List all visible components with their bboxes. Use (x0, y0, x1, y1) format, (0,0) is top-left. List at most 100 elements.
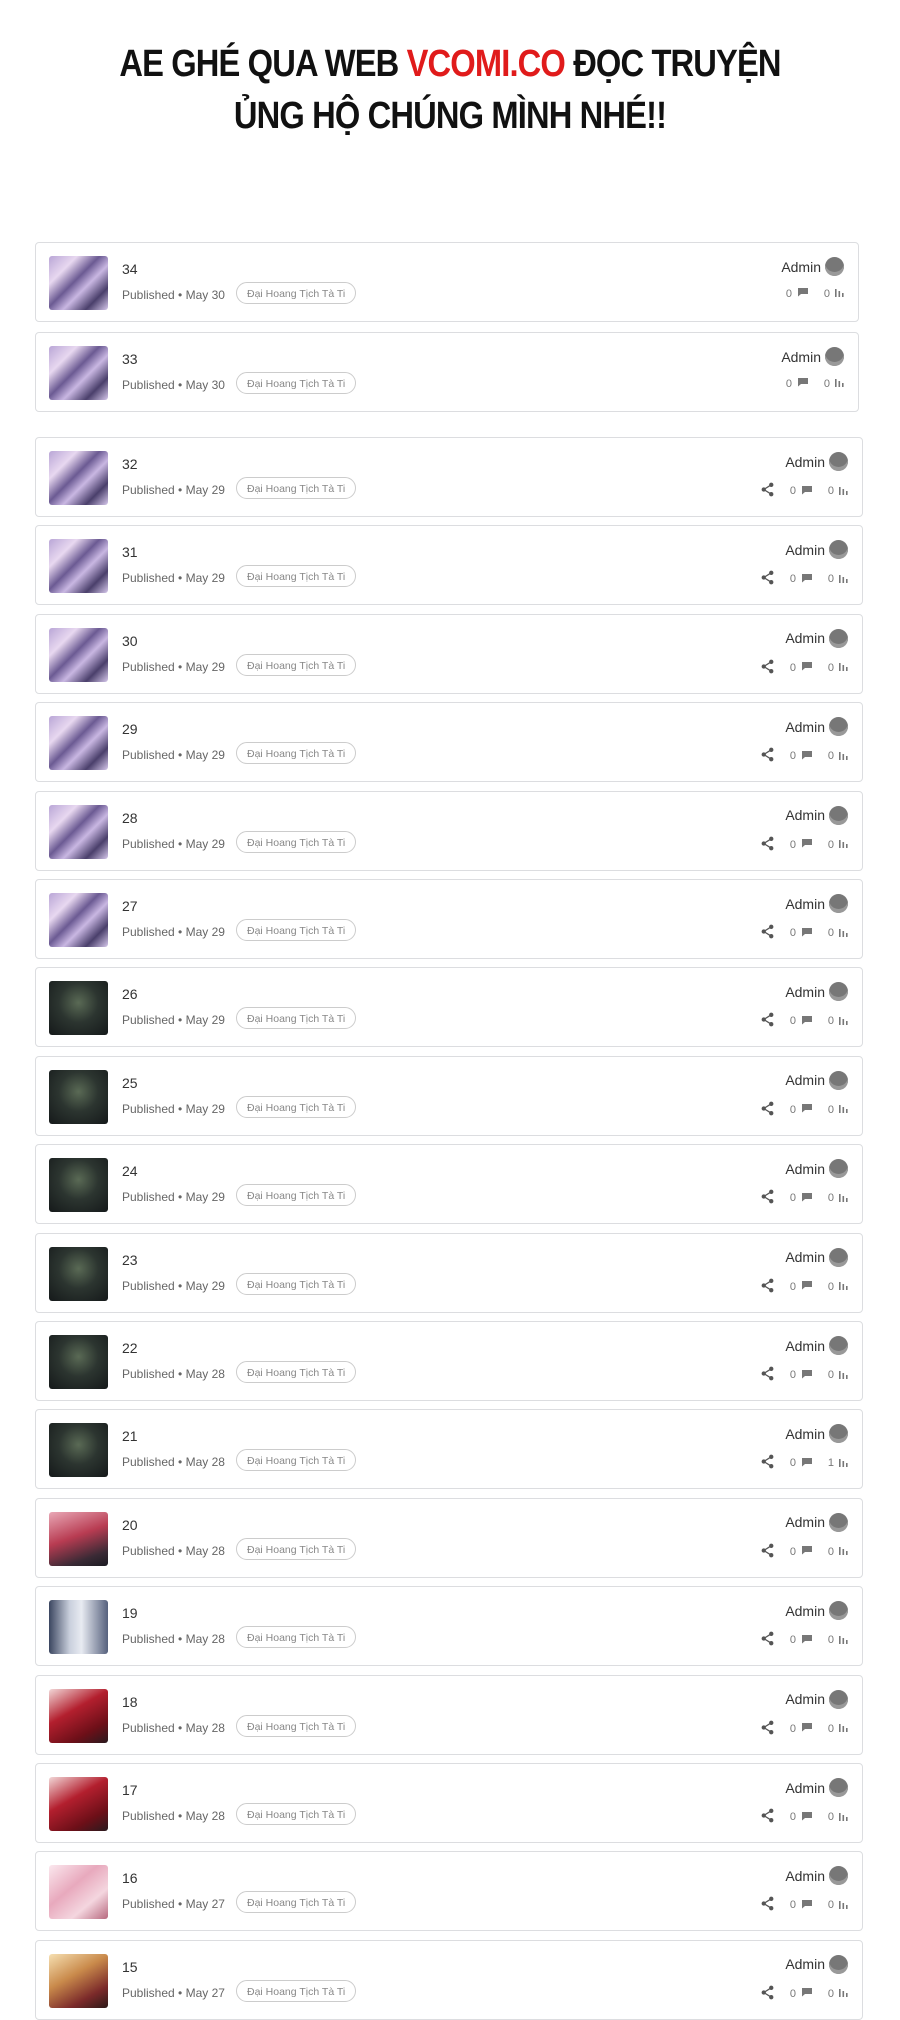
comment-icon[interactable] (801, 1192, 813, 1205)
author-name[interactable]: Admin (785, 630, 825, 646)
author[interactable]: Admin (785, 717, 848, 737)
chapter-title[interactable]: 21 (122, 1428, 138, 1444)
chapter-thumbnail[interactable] (49, 1335, 108, 1389)
comment-icon[interactable] (801, 1987, 813, 2000)
chapter-title[interactable]: 26 (122, 986, 138, 1002)
chapter-row[interactable]: 21 Published • May 28 Đại Hoang Tịch Tà Ti… (35, 1409, 863, 1490)
share-icon[interactable] (760, 659, 783, 677)
chapter-thumbnail[interactable] (49, 1600, 108, 1655)
comment-icon[interactable] (801, 573, 813, 586)
chapter-row[interactable]: 29 Published • May 29 Đại Hoang Tịch Tà Ti… (35, 702, 863, 783)
comment-icon[interactable] (801, 838, 813, 851)
author[interactable]: Admin (785, 452, 848, 471)
author-name[interactable]: Admin (785, 1514, 825, 1530)
comment-icon[interactable] (801, 1634, 813, 1647)
series-tag[interactable]: Đại Hoang Tịch Tà Ti (236, 1626, 356, 1649)
share-icon[interactable] (760, 1366, 783, 1384)
comment-icon[interactable] (801, 1369, 813, 1382)
series-tag[interactable]: Đại Hoang Tịch Tà Ti (236, 653, 356, 676)
chapter-thumbnail[interactable] (49, 716, 108, 771)
author-name[interactable]: Admin (781, 349, 821, 365)
avatar[interactable] (829, 1070, 848, 1090)
series-tag[interactable]: Đại Hoang Tịch Tà Ti (236, 1537, 356, 1560)
series-tag[interactable]: Đại Hoang Tịch Tà Ti (236, 477, 356, 499)
author-name[interactable]: Admin (781, 259, 821, 275)
chapter-thumbnail[interactable] (49, 1246, 108, 1301)
chapter-thumbnail[interactable] (49, 256, 108, 310)
avatar[interactable] (829, 894, 848, 913)
chapter-row[interactable]: 32 Published • May 29 Đại Hoang Tịch Tà Ti… (35, 437, 863, 517)
comment-icon[interactable] (801, 927, 813, 940)
comment-icon[interactable] (801, 485, 813, 498)
chapter-title[interactable]: 32 (122, 456, 138, 472)
author-name[interactable]: Admin (785, 1868, 825, 1884)
chapter-row[interactable]: 18 Published • May 28 Đại Hoang Tịch Tà Ti… (35, 1674, 863, 1755)
chapter-thumbnail[interactable] (49, 1511, 108, 1566)
chapter-row[interactable]: 25 Published • May 29 Đại Hoang Tịch Tà Ti… (35, 1055, 863, 1136)
share-icon[interactable] (760, 1101, 783, 1119)
share-icon[interactable] (760, 924, 783, 942)
avatar[interactable] (829, 1424, 848, 1444)
chapter-thumbnail[interactable] (49, 627, 108, 682)
author-name[interactable]: Admin (785, 1249, 825, 1265)
series-tag[interactable]: Đại Hoang Tịch Tà Ti (236, 830, 356, 853)
chapter-thumbnail[interactable] (49, 1423, 108, 1478)
chapter-row[interactable]: 24 Published • May 29 Đại Hoang Tịch Tà Ti… (35, 1144, 863, 1225)
avatar[interactable] (829, 717, 848, 737)
share-icon[interactable] (760, 1808, 783, 1826)
avatar[interactable] (829, 1689, 848, 1709)
share-icon[interactable] (760, 1896, 783, 1914)
avatar[interactable] (825, 347, 844, 366)
comment-icon[interactable] (801, 1811, 813, 1824)
comment-icon[interactable] (797, 287, 809, 300)
chapter-title[interactable]: 27 (122, 898, 138, 914)
chapter-thumbnail[interactable] (49, 804, 108, 859)
series-tag[interactable]: Đại Hoang Tịch Tà Ti (236, 742, 356, 765)
chapter-thumbnail[interactable] (49, 1777, 108, 1831)
author[interactable]: Admin (785, 1601, 848, 1621)
author[interactable]: Admin (785, 1866, 848, 1886)
avatar[interactable] (829, 1954, 848, 1974)
comment-icon[interactable] (801, 1722, 813, 1735)
comment-icon[interactable] (801, 1457, 813, 1470)
avatar[interactable] (829, 1866, 848, 1886)
author[interactable]: Admin (785, 982, 848, 1002)
avatar[interactable] (829, 540, 848, 560)
share-icon[interactable] (760, 1720, 783, 1738)
author-name[interactable]: Admin (785, 542, 825, 558)
author[interactable]: Admin (785, 894, 848, 913)
share-icon[interactable] (760, 1012, 783, 1030)
avatar[interactable] (829, 1512, 848, 1532)
avatar[interactable] (829, 1601, 848, 1621)
chapter-title[interactable]: 17 (122, 1782, 138, 1798)
chapter-row[interactable]: 31 Published • May 29 Đại Hoang Tịch Tà Ti… (35, 525, 863, 606)
chapter-thumbnail[interactable] (49, 1158, 108, 1213)
author[interactable]: Admin (785, 540, 848, 560)
chapter-title[interactable]: 22 (122, 1340, 138, 1356)
chapter-title[interactable]: 15 (122, 1959, 138, 1975)
author[interactable]: Admin (785, 1689, 848, 1709)
author-name[interactable]: Admin (785, 454, 825, 470)
chapter-thumbnail[interactable] (49, 346, 108, 400)
chapter-row[interactable]: 17 Published • May 28 Đại Hoang Tịch Tà Ti… (35, 1763, 863, 1843)
author-name[interactable]: Admin (785, 1426, 825, 1442)
share-icon[interactable] (760, 1543, 783, 1561)
author[interactable]: Admin (785, 1159, 848, 1179)
share-icon[interactable] (760, 1189, 783, 1207)
series-tag[interactable]: Đại Hoang Tịch Tà Ti (236, 565, 356, 588)
chapter-thumbnail[interactable] (49, 1688, 108, 1743)
series-tag[interactable]: Đại Hoang Tịch Tà Ti (236, 1714, 356, 1737)
chapter-title[interactable]: 19 (122, 1605, 138, 1621)
author-name[interactable]: Admin (785, 896, 825, 912)
chapter-row[interactable]: 20 Published • May 28 Đại Hoang Tịch Tà Ti… (35, 1497, 863, 1578)
share-icon[interactable] (760, 1631, 783, 1649)
chapter-row[interactable]: 22 Published • May 28 Đại Hoang Tịch Tà Ti… (35, 1321, 863, 1401)
chapter-title[interactable]: 34 (122, 261, 138, 277)
chapter-thumbnail[interactable] (49, 981, 108, 1036)
chapter-title[interactable]: 33 (122, 351, 138, 367)
author[interactable]: Admin (781, 257, 844, 276)
author-name[interactable]: Admin (785, 1161, 825, 1177)
series-tag[interactable]: Đại Hoang Tịch Tà Ti (236, 282, 356, 304)
author[interactable]: Admin (785, 1778, 848, 1797)
author-name[interactable]: Admin (785, 719, 825, 735)
